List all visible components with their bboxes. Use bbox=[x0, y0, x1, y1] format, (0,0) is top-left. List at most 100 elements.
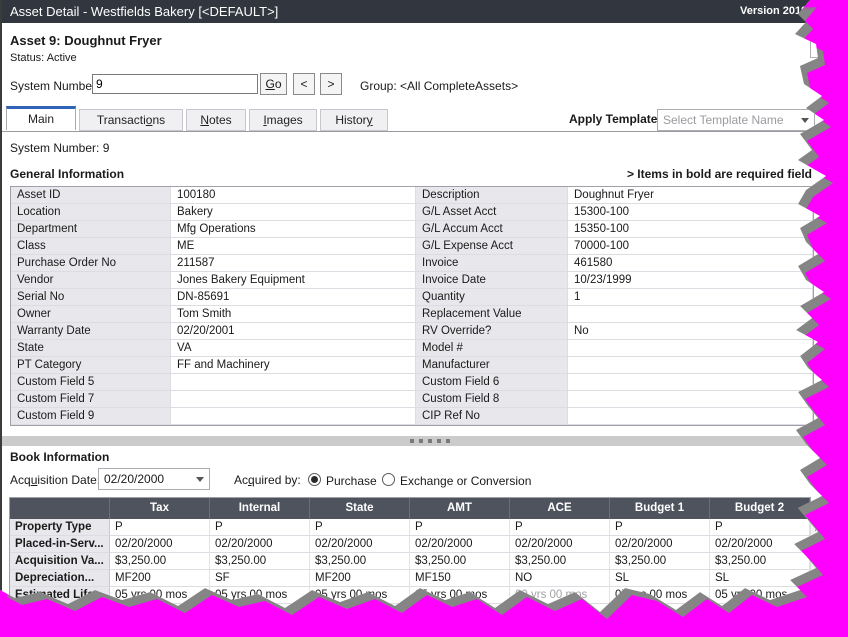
book-cell[interactable]: 02/20/2000 bbox=[110, 536, 210, 553]
asset-detail-window: Asset Detail - Westfields Bakery [<DEFAU… bbox=[0, 0, 848, 637]
field-label: G/L Expense Acct bbox=[416, 238, 568, 255]
field-value[interactable]: 02/20/2001 bbox=[171, 323, 416, 340]
book-cell[interactable]: SL bbox=[610, 570, 710, 587]
go-button-key: G bbox=[265, 77, 274, 91]
field-value[interactable] bbox=[568, 391, 813, 408]
tab-main[interactable]: Main bbox=[6, 106, 76, 130]
book-cell[interactable]: $3,250.00 bbox=[710, 553, 810, 570]
tab-transactions[interactable]: Transactions bbox=[79, 109, 183, 131]
radio-exchange-label: Exchange or Conversion bbox=[400, 474, 531, 488]
screenshot-canvas: Asset Detail - Westfields Bakery [<DEFAU… bbox=[0, 0, 848, 637]
go-button[interactable]: Go bbox=[260, 73, 287, 95]
field-value[interactable] bbox=[171, 374, 416, 391]
book-cell[interactable]: 02/20/2000 bbox=[610, 536, 710, 553]
tab-notes[interactable]: Notes bbox=[186, 109, 246, 131]
book-cell[interactable]: NO bbox=[510, 570, 610, 587]
field-value[interactable]: ME bbox=[171, 238, 416, 255]
field-label: Quantity bbox=[416, 289, 568, 306]
field-value[interactable] bbox=[568, 408, 813, 425]
window-title: Asset Detail - Westfields Bakery [<DEFAU… bbox=[10, 4, 278, 19]
book-cell[interactable]: 02/20/2000 bbox=[510, 536, 610, 553]
book-cell[interactable]: $3,250.00 bbox=[310, 553, 410, 570]
tab-images[interactable]: Images bbox=[249, 109, 317, 131]
book-cell[interactable]: P bbox=[710, 519, 810, 536]
book-cell[interactable]: $3,250.00 bbox=[610, 553, 710, 570]
field-value[interactable]: 461580 bbox=[568, 255, 813, 272]
scroll-up-icon[interactable]: ∧ bbox=[812, 523, 822, 533]
radio-purchase[interactable] bbox=[308, 473, 321, 486]
radio-exchange-or-conversion[interactable] bbox=[382, 473, 395, 486]
chevron-down-icon bbox=[801, 118, 809, 123]
book-cell[interactable]: P bbox=[210, 519, 310, 536]
next-asset-button[interactable]: > bbox=[320, 73, 342, 95]
field-value[interactable]: 15350-100 bbox=[568, 221, 813, 238]
field-value[interactable]: 1 bbox=[568, 289, 813, 306]
field-label: Vendor bbox=[11, 272, 171, 289]
field-value[interactable]: Mfg Operations bbox=[171, 221, 416, 238]
field-value[interactable]: DN-85691 bbox=[171, 289, 416, 306]
pane-splitter[interactable] bbox=[2, 436, 848, 446]
field-label: Department bbox=[11, 221, 171, 238]
field-value[interactable] bbox=[568, 374, 813, 391]
acquisition-date-label: Acquisition Date: bbox=[10, 473, 100, 487]
field-label: Description bbox=[416, 187, 568, 204]
book-cell[interactable]: P bbox=[310, 519, 410, 536]
field-label: Custom Field 7 bbox=[11, 391, 171, 408]
book-cell[interactable]: 02/20/2000 bbox=[310, 536, 410, 553]
book-cell[interactable]: 02/20/2000 bbox=[210, 536, 310, 553]
field-value[interactable] bbox=[568, 340, 813, 357]
field-value[interactable]: Bakery bbox=[171, 204, 416, 221]
field-value[interactable] bbox=[568, 357, 813, 374]
acquisition-date-combobox[interactable]: 02/20/2000 bbox=[98, 468, 210, 490]
field-label: Location bbox=[11, 204, 171, 221]
field-value[interactable]: 10/23/1999 bbox=[568, 272, 813, 289]
book-cell[interactable]: $3,250.00 bbox=[210, 553, 310, 570]
book-cell[interactable]: $3,250.00 bbox=[110, 553, 210, 570]
book-cell[interactable]: 02/20/2000 bbox=[410, 536, 510, 553]
book-cell[interactable]: SF bbox=[210, 570, 310, 587]
field-label: Model # bbox=[416, 340, 568, 357]
field-label: G/L Asset Acct bbox=[416, 204, 568, 221]
field-label: Custom Field 8 bbox=[416, 391, 568, 408]
field-value[interactable]: VA bbox=[171, 340, 416, 357]
book-cell[interactable]: P bbox=[110, 519, 210, 536]
book-cell[interactable]: MF200 bbox=[310, 570, 410, 587]
book-row-label: Property Type bbox=[10, 519, 110, 536]
field-value[interactable]: 100180 bbox=[171, 187, 416, 204]
field-label: Manufacturer bbox=[416, 357, 568, 374]
field-label: Invoice bbox=[416, 255, 568, 272]
field-value[interactable]: Jones Bakery Equipment bbox=[171, 272, 416, 289]
field-value[interactable]: Tom Smith bbox=[171, 306, 416, 323]
book-cell[interactable]: P bbox=[610, 519, 710, 536]
acquired-by-label: Acquired by: bbox=[234, 473, 301, 487]
field-value[interactable] bbox=[171, 408, 416, 425]
book-cell[interactable]: MF200 bbox=[110, 570, 210, 587]
field-label: Custom Field 5 bbox=[11, 374, 171, 391]
system-number-input[interactable] bbox=[92, 74, 258, 94]
field-value[interactable]: No bbox=[568, 323, 813, 340]
book-cell[interactable]: MF150 bbox=[410, 570, 510, 587]
field-value[interactable]: 211587 bbox=[171, 255, 416, 272]
field-value[interactable] bbox=[171, 391, 416, 408]
book-row-label: Depreciation... bbox=[10, 570, 110, 587]
field-label: Owner bbox=[11, 306, 171, 323]
field-value[interactable] bbox=[568, 306, 813, 323]
apply-template-combobox[interactable]: Select Template Name bbox=[657, 109, 815, 131]
book-information-heading: Book Information bbox=[10, 450, 109, 464]
field-value[interactable]: FF and Machinery bbox=[171, 357, 416, 374]
tabstrip-divider bbox=[2, 131, 848, 132]
field-value[interactable]: Doughnut Fryer bbox=[568, 187, 813, 204]
system-number-readout: System Number: 9 bbox=[10, 141, 109, 155]
book-column-header: Tax bbox=[110, 498, 210, 519]
book-cell[interactable]: P bbox=[410, 519, 510, 536]
field-value[interactable]: 15300-100 bbox=[568, 204, 813, 221]
field-label: Custom Field 6 bbox=[416, 374, 568, 391]
previous-asset-button[interactable]: < bbox=[293, 73, 315, 95]
tab-history[interactable]: History bbox=[320, 109, 388, 131]
field-label: Purchase Order No bbox=[11, 255, 171, 272]
book-cell[interactable]: P bbox=[510, 519, 610, 536]
field-value[interactable]: 70000-100 bbox=[568, 238, 813, 255]
book-row-label: Acquisition Va... bbox=[10, 553, 110, 570]
book-cell[interactable]: $3,250.00 bbox=[410, 553, 510, 570]
book-cell[interactable]: $3,250.00 bbox=[510, 553, 610, 570]
